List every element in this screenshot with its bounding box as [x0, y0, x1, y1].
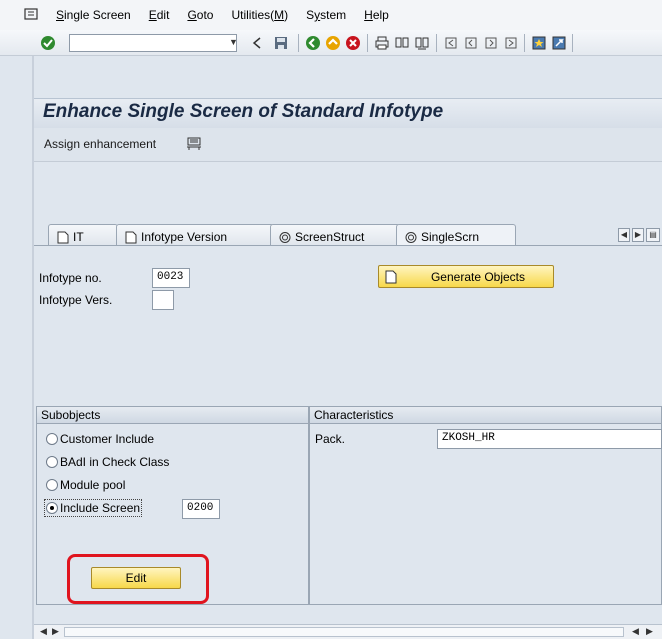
- include-screen-field[interactable]: 0200: [182, 499, 220, 519]
- tab-screenstruct[interactable]: ScreenStruct: [270, 224, 400, 246]
- menu-edit[interactable]: Edit: [149, 8, 170, 22]
- tab-label: SingleScrn: [421, 230, 480, 244]
- infotype-no-field[interactable]: 0023: [152, 268, 190, 288]
- spiral-icon: [279, 231, 291, 243]
- scroll-left-icon[interactable]: ◀: [40, 626, 47, 637]
- document-icon: [385, 270, 397, 283]
- infotype-vers-label: Infotype Vers.: [39, 293, 113, 307]
- pack-field[interactable]: ZKOSH_HR: [437, 429, 662, 449]
- infotype-vers-field[interactable]: [152, 290, 174, 310]
- scroll-right-icon[interactable]: ▶: [52, 626, 59, 637]
- edit-highlight-box: [67, 554, 209, 604]
- radio-include-screen[interactable]: Include Screen: [43, 499, 143, 517]
- horizontal-scrollbar[interactable]: ◀ ▶ ◀ ▶: [34, 624, 662, 639]
- screen-menu-icon[interactable]: [24, 8, 38, 20]
- title-bar: Enhance Single Screen of Standard Infoty…: [34, 98, 662, 128]
- cancel-icon[interactable]: [345, 35, 361, 51]
- menu-single-screen[interactable]: Single Screen: [56, 8, 131, 22]
- characteristics-header: Characteristics: [310, 407, 661, 424]
- radio-button[interactable]: [46, 456, 58, 468]
- enter-icon[interactable]: [40, 35, 56, 51]
- command-field[interactable]: [69, 34, 237, 52]
- radio-label: BAdI in Check Class: [60, 455, 170, 469]
- save-icon[interactable]: [273, 35, 289, 51]
- document-icon: [57, 231, 69, 243]
- menu-help[interactable]: Help: [364, 8, 389, 22]
- standard-toolbar: ▼: [0, 30, 662, 56]
- scroll-right-end-icon[interactable]: ▶: [646, 626, 653, 637]
- scroll-left-end-icon[interactable]: ◀: [632, 626, 639, 637]
- menu-goto[interactable]: Goto: [187, 8, 213, 22]
- find-icon[interactable]: [394, 35, 410, 51]
- application-toolbar: Assign enhancement: [34, 128, 662, 162]
- tab-it[interactable]: IT: [48, 224, 118, 246]
- create-session-icon[interactable]: [531, 35, 547, 51]
- tab-singlescrn[interactable]: SingleScrn: [396, 224, 516, 246]
- tab-scroll-left-icon[interactable]: ◀: [618, 228, 630, 242]
- spiral-icon: [405, 231, 417, 243]
- exit-icon[interactable]: [325, 35, 341, 51]
- subobjects-header: Subobjects: [37, 407, 308, 424]
- radio-button[interactable]: [46, 433, 58, 445]
- tab-list-icon[interactable]: ▤: [646, 228, 660, 242]
- last-page-icon[interactable]: [503, 35, 519, 51]
- first-page-icon[interactable]: [443, 35, 459, 51]
- menu-system[interactable]: System: [306, 8, 346, 22]
- radio-label: Customer Include: [60, 432, 155, 446]
- tab-label: ScreenStruct: [295, 230, 365, 244]
- pack-label: Pack.: [315, 432, 346, 446]
- back-icon[interactable]: [305, 35, 321, 51]
- radio-label: Module pool: [60, 478, 126, 492]
- radio-badi-check-class[interactable]: BAdI in Check Class: [46, 455, 169, 469]
- menu-bar: Single Screen Edit Goto Utilities(M) Sys…: [0, 0, 662, 30]
- radio-module-pool[interactable]: Module pool: [46, 478, 125, 492]
- assign-enhancement-icon[interactable]: [186, 137, 202, 151]
- infotype-no-label: Infotype no.: [39, 271, 102, 285]
- generate-objects-label: Generate Objects: [430, 269, 526, 284]
- assign-enhancement-button[interactable]: Assign enhancement: [44, 137, 156, 151]
- tab-label: IT: [73, 230, 84, 244]
- menu-utilities[interactable]: Utilities(M): [231, 8, 288, 22]
- generate-objects-button[interactable]: Generate Objects: [378, 265, 554, 288]
- tab-scroll-right-icon[interactable]: ▶: [632, 228, 644, 242]
- radio-button[interactable]: [46, 479, 58, 491]
- previous-page-icon[interactable]: [463, 35, 479, 51]
- print-icon[interactable]: [374, 35, 390, 51]
- shortcut-icon[interactable]: [551, 35, 567, 51]
- radio-label: Include Screen: [60, 501, 141, 515]
- radio-button[interactable]: [46, 502, 58, 514]
- tab-label: Infotype Version: [141, 230, 228, 244]
- tab-infotype-version[interactable]: Infotype Version: [116, 224, 274, 246]
- document-icon: [125, 231, 137, 243]
- find-next-icon[interactable]: [414, 35, 430, 51]
- next-page-icon[interactable]: [483, 35, 499, 51]
- page-title: Enhance Single Screen of Standard Infoty…: [43, 101, 444, 122]
- command-dropdown-icon[interactable]: ▼: [229, 37, 238, 47]
- radio-customer-include[interactable]: Customer Include: [46, 432, 154, 446]
- back-nav-icon[interactable]: [249, 35, 265, 51]
- scrollbar-thumb[interactable]: [64, 627, 624, 637]
